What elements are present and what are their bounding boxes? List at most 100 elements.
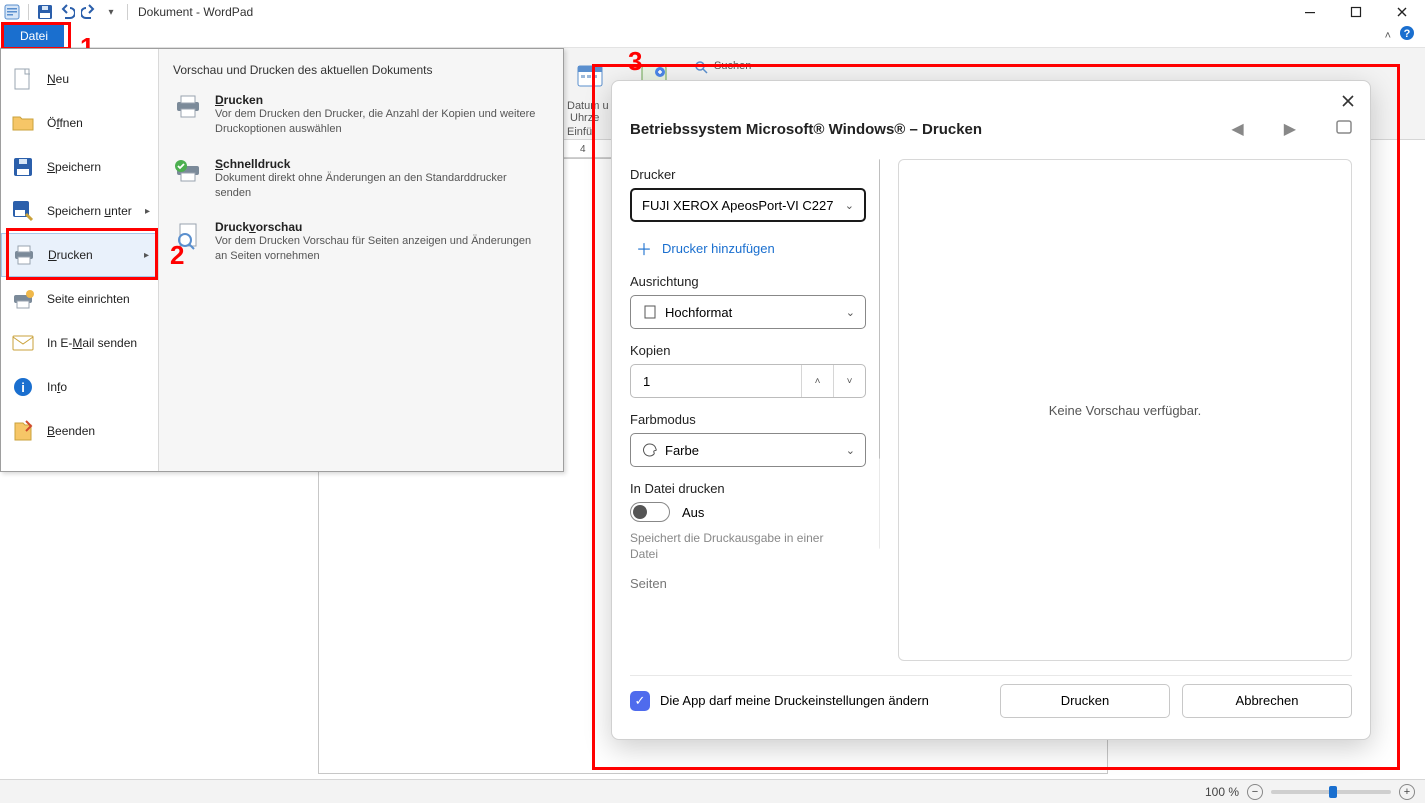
help-icon[interactable]: ? xyxy=(1399,25,1415,46)
plus-icon: ＋ xyxy=(636,236,652,260)
label-color-mode: Farbmodus xyxy=(630,412,880,427)
option-desc: Vor dem Drucken den Drucker, die Anzahl … xyxy=(215,107,545,137)
page-portrait-icon xyxy=(641,305,659,319)
preview-nav: ◀ ▶ xyxy=(1231,119,1352,139)
print-icon xyxy=(173,93,203,137)
print-dialog-header: Betriebssystem Microsoft® Windows® – Dru… xyxy=(630,119,1352,139)
preview-empty-text: Keine Vorschau verfügbar. xyxy=(1049,403,1202,418)
maximize-button[interactable] xyxy=(1333,0,1379,24)
svg-text:?: ? xyxy=(1404,28,1411,40)
print-to-file-toggle[interactable] xyxy=(630,502,670,522)
window-title: Dokument - WordPad xyxy=(138,5,253,19)
email-icon xyxy=(11,331,35,355)
ruler-mark-4: 4 xyxy=(580,144,586,155)
print-option-preview[interactable]: DruckvorschauDruckvorschau Vor dem Druck… xyxy=(159,214,563,278)
fullscreen-icon[interactable] xyxy=(1336,120,1352,139)
title-bar: ▾ Dokument - WordPad xyxy=(0,0,1425,24)
spin-down-icon[interactable]: ˅ xyxy=(833,365,865,397)
ribbon-datetime-icon[interactable] xyxy=(576,62,604,95)
separator xyxy=(28,4,29,20)
close-button[interactable] xyxy=(1379,0,1425,24)
print-button[interactable]: Drucken xyxy=(1000,684,1170,718)
option-title: SchnelldruckSchnelldruck xyxy=(215,157,545,171)
undo-icon[interactable] xyxy=(59,4,75,20)
file-menu-label: In E-Mail sendenIn E-Mail senden xyxy=(47,336,137,350)
print-to-file-row: Aus xyxy=(630,502,880,522)
next-page-icon[interactable]: ▶ xyxy=(1284,119,1296,139)
file-menu-save-as[interactable]: Speichern unterSpeichern unter ▸ xyxy=(1,189,158,233)
print-to-file-state: Aus xyxy=(682,505,704,520)
zoom-in-button[interactable]: + xyxy=(1399,784,1415,800)
print-preview-icon xyxy=(173,220,203,264)
file-menu-exit[interactable]: BeendenBeenden xyxy=(1,409,158,453)
info-icon: i xyxy=(11,375,35,399)
wordpad-icon xyxy=(4,4,20,20)
file-menu-label: NNeueu xyxy=(47,72,69,86)
close-button[interactable] xyxy=(1338,91,1358,111)
allow-change-checkbox[interactable]: ✓ xyxy=(630,691,650,711)
scrollbar-thumb[interactable] xyxy=(879,159,880,459)
label-print-to-file: In Datei drucken xyxy=(630,481,880,496)
file-menu-send-email[interactable]: In E-Mail sendenIn E-Mail senden xyxy=(1,321,158,365)
label-pages-partial: Seiten xyxy=(630,576,880,591)
new-icon xyxy=(11,67,35,91)
chevron-down-icon: ⌄ xyxy=(845,199,854,212)
file-menu-new[interactable]: NNeueu xyxy=(1,57,158,101)
zoom-slider[interactable] xyxy=(1271,790,1391,794)
qat-customize-icon[interactable]: ▾ xyxy=(103,4,119,20)
save-icon xyxy=(11,155,35,179)
ribbon-frag-datum: Datum u xyxy=(567,100,609,112)
label-copies: Kopien xyxy=(630,343,880,358)
slider-knob[interactable] xyxy=(1329,786,1337,798)
collapse-ribbon-icon[interactable]: ˄ xyxy=(1385,30,1391,42)
prev-page-icon[interactable]: ◀ xyxy=(1231,119,1243,139)
print-dialog-title: Betriebssystem Microsoft® Windows® – Dru… xyxy=(630,121,982,138)
file-menu-save[interactable]: SSpeichernpeichern xyxy=(1,145,158,189)
orientation-combo[interactable]: Hochformat ⌄ xyxy=(630,295,866,329)
file-menu-page-setup[interactable]: Seite einrichten xyxy=(1,277,158,321)
save-as-icon xyxy=(11,199,35,223)
print-options-panel: Drucker FUJI XEROX ApeosPort-VI C227 ⌄ ＋… xyxy=(630,159,880,661)
add-printer-link[interactable]: ＋ Drucker hinzufügen xyxy=(630,236,880,260)
file-tab[interactable]: Datei xyxy=(4,25,64,47)
ribbon-find-icon xyxy=(694,60,708,79)
ribbon-frag-uhrze: Uhrze xyxy=(570,112,599,124)
ribbon-frag-suchen[interactable]: Suchen xyxy=(714,60,751,72)
separator xyxy=(127,4,128,20)
save-icon[interactable] xyxy=(37,4,53,20)
cancel-button[interactable]: Abbrechen xyxy=(1182,684,1352,718)
file-menu-label: BeendenBeenden xyxy=(47,424,95,438)
label-printer: Drucker xyxy=(630,167,880,182)
option-desc: Vor dem Drucken Vorschau für Seiten anze… xyxy=(215,234,545,264)
file-menu-label: InfoInfo xyxy=(47,380,67,394)
color-mode-value: Farbe xyxy=(665,443,699,458)
add-printer-label: Drucker hinzufügen xyxy=(662,241,775,256)
print-option-print[interactable]: DruckenDrucken Vor dem Drucken den Druck… xyxy=(159,87,563,151)
print-dialog-body: Drucker FUJI XEROX ApeosPort-VI C227 ⌄ ＋… xyxy=(630,159,1352,661)
print-preview-area: Keine Vorschau verfügbar. xyxy=(898,159,1352,661)
print-option-quickprint[interactable]: SchnelldruckSchnelldruck Dokument direkt… xyxy=(159,151,563,215)
zoom-out-button[interactable]: − xyxy=(1247,784,1263,800)
svg-text:i: i xyxy=(21,380,25,395)
ribbon-frag-einfu: Einfü xyxy=(567,126,592,138)
chevron-right-icon: ▸ xyxy=(145,206,150,217)
file-menu-print[interactable]: DDruckenrucken ▸ xyxy=(1,233,158,277)
file-menu-left: NNeueu ÖffnenÖffnen SSpeichernpeichern S… xyxy=(1,49,159,471)
quick-print-icon xyxy=(173,157,203,201)
exit-icon xyxy=(11,419,35,443)
redo-icon[interactable] xyxy=(81,4,97,20)
color-mode-combo[interactable]: Farbe ⌄ xyxy=(630,433,866,467)
spin-up-icon[interactable]: ˄ xyxy=(801,365,833,397)
option-title: DruckenDrucken xyxy=(215,93,545,107)
minimize-button[interactable] xyxy=(1287,0,1333,24)
zoom-label: 100 % xyxy=(1205,785,1239,799)
file-menu-info[interactable]: i InfoInfo xyxy=(1,365,158,409)
printer-combo[interactable]: FUJI XEROX ApeosPort-VI C227 ⌄ xyxy=(630,188,866,222)
file-menu-label: DDruckenrucken xyxy=(48,248,93,262)
file-menu-open[interactable]: ÖffnenÖffnen xyxy=(1,101,158,145)
zoom-controls: 100 % − + xyxy=(1205,784,1425,800)
option-desc: Dokument direkt ohne Änderungen an den S… xyxy=(215,171,545,201)
copies-spinner[interactable]: 1 ˄ ˅ xyxy=(630,364,866,398)
print-dialog-footer: ✓ Die App darf meine Druckeinstellungen … xyxy=(630,675,1352,725)
print-dialog: Betriebssystem Microsoft® Windows® – Dru… xyxy=(611,80,1371,740)
